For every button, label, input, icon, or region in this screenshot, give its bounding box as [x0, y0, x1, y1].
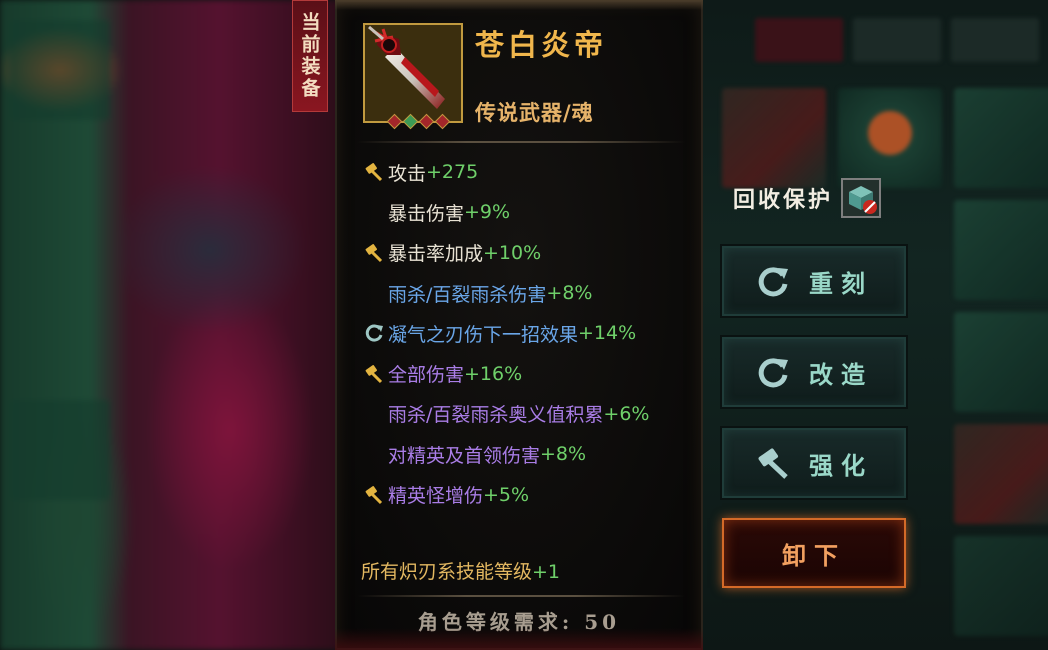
skill-bonus-value: +1: [532, 561, 561, 583]
skill-level-bonus: 所有炽刃系技能等级+1: [361, 557, 560, 584]
green-gem-icon: [402, 113, 419, 130]
stat-list: 攻击 +275 暴击伤害 +9% 暴击率加成 +10% 雨杀/百裂雨杀伤害 +8% 凝气…: [363, 152, 703, 515]
stat-label: 雨杀/百裂雨杀奥义值积累: [388, 404, 604, 427]
background-slot: [10, 400, 110, 500]
red-gem-icon: [386, 113, 403, 130]
red-gem-icon: [434, 113, 451, 130]
inventory-slot[interactable]: [954, 424, 1048, 524]
stat-label: 暴击伤害: [388, 202, 465, 225]
recycle-protect-label: 回收保护: [733, 187, 834, 213]
stat-label: 攻击: [388, 162, 427, 185]
stat-label: 全部伤害: [388, 364, 465, 387]
hammer-icon: [755, 445, 791, 481]
stat-value: +16%: [464, 362, 523, 385]
inventory-slot[interactable]: [954, 312, 1048, 412]
background-slot: [10, 20, 110, 120]
stat-value: +10%: [483, 241, 542, 264]
stat-value: +8%: [546, 282, 593, 305]
item-tooltip-panel: 苍白炎帝 传说武器/魂 攻击 +275 暴击伤害 +9% 暴击率加成 +10% 雨杀/…: [335, 0, 703, 650]
hammer-icon: [363, 484, 385, 506]
current-equipment-label: 当前装备: [298, 12, 321, 100]
hammer-icon: [363, 363, 385, 385]
inventory-tabs: [745, 18, 1045, 64]
reforge-label: 重刻: [809, 268, 873, 298]
stat-value: +14%: [578, 322, 637, 345]
item-name: 苍白炎帝: [475, 28, 608, 62]
stat-row-rain-kill-damage: 雨杀/百裂雨杀伤害 +8%: [363, 273, 703, 313]
stat-value: +6%: [603, 402, 650, 425]
stat-label: 暴击率加成: [388, 243, 484, 266]
divider: [357, 141, 685, 143]
inventory-slot[interactable]: [838, 88, 942, 188]
hammer-icon: [363, 161, 385, 183]
gem-sockets: [386, 113, 451, 130]
stat-value: +5%: [483, 483, 530, 506]
inventory-slot[interactable]: [954, 200, 1048, 300]
stat-row-attack: 攻击 +275: [363, 152, 703, 192]
stat-row-elite-damage: 精英怪增伤 +5%: [363, 474, 703, 514]
stat-value: +275: [426, 161, 479, 184]
stat-label: 精英怪增伤: [388, 485, 484, 508]
stat-row-ultimate-charge: 雨杀/百裂雨杀奥义值积累 +6%: [363, 394, 703, 434]
modify-button[interactable]: 改造: [722, 337, 906, 407]
item-type: 传说武器/魂: [475, 100, 594, 125]
item-icon-frame: [363, 23, 463, 130]
inventory-slot[interactable]: [954, 536, 1048, 636]
stat-value: +8%: [540, 443, 587, 466]
reforge-button[interactable]: 重刻: [722, 246, 906, 316]
unequip-button[interactable]: 卸下: [722, 518, 906, 588]
unequip-label: 卸下: [782, 540, 846, 570]
current-equipment-tag: 当前装备: [292, 0, 328, 112]
stat-value: +9%: [464, 201, 511, 224]
skill-bonus-label: 所有炽刃系技能等级: [361, 561, 533, 583]
recycle-protect-toggle-icon[interactable]: [841, 178, 882, 218]
stat-row-blade-effect: 凝气之刃伤下一招效果 +14%: [363, 313, 703, 353]
stat-label: 雨杀/百裂雨杀伤害: [388, 283, 547, 306]
red-gem-icon: [418, 113, 435, 130]
divider: [357, 595, 685, 597]
inventory-slot[interactable]: [722, 88, 826, 188]
inventory-slot[interactable]: [954, 88, 1048, 188]
crimson-greatsword-icon: [365, 25, 461, 121]
recycle-protect: 回收保护: [733, 178, 882, 218]
stat-label: 凝气之刃伤下一招效果: [388, 323, 579, 346]
hammer-icon: [363, 242, 385, 264]
enhance-button[interactable]: 强化: [722, 428, 906, 498]
modify-label: 改造: [809, 359, 873, 389]
refresh-icon: [755, 354, 791, 390]
stat-row-crit-damage: 暴击伤害 +9%: [363, 192, 703, 232]
refresh-icon: [363, 322, 385, 344]
stat-row-crit-rate: 暴击率加成 +10%: [363, 233, 703, 273]
stat-row-elite-boss-damage: 对精英及首领伤害 +8%: [363, 434, 703, 474]
stat-row-all-damage: 全部伤害 +16%: [363, 353, 703, 393]
stat-label: 对精英及首领伤害: [388, 444, 541, 467]
refresh-icon: [755, 263, 791, 299]
enhance-label: 强化: [809, 450, 873, 480]
